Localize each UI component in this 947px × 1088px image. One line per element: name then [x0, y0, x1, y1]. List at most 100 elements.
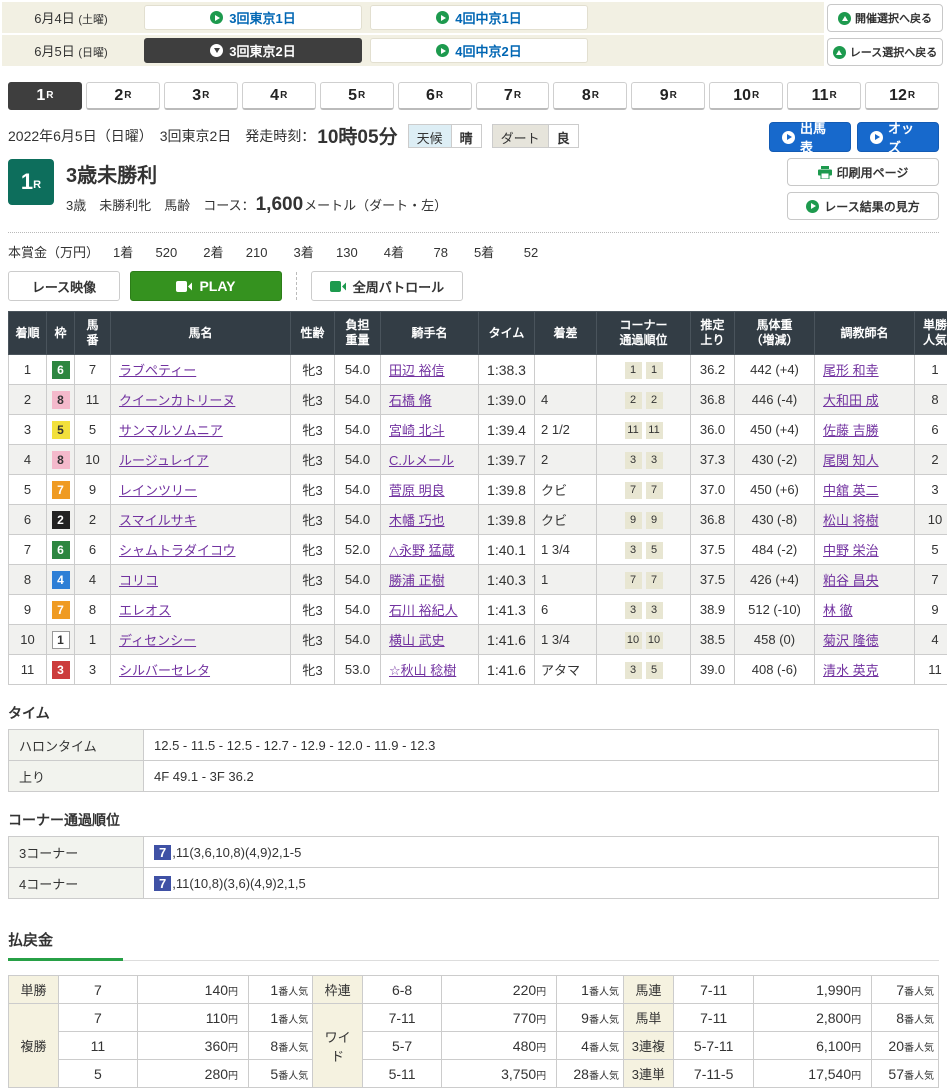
bet-type-label: 馬連 [623, 976, 673, 1004]
carried-weight: 54.0 [335, 625, 381, 655]
jockey-link[interactable]: 石川 裕紀人 [389, 603, 458, 618]
trainer-name: 清水 英克 [815, 655, 915, 685]
meeting-button-tokyo-day2-active[interactable]: 3回東京2日 [144, 38, 362, 63]
furlong-time-row: ハロンタイム 12.5 - 11.5 - 12.5 - 12.7 - 12.9 … [9, 730, 939, 761]
prize-place: 5着 [474, 245, 494, 260]
sex-age: 牝3 [291, 385, 335, 415]
horse-number: 1 [75, 625, 111, 655]
payout-amount: 2,800円 [754, 1004, 872, 1032]
trainer-link[interactable]: 中舘 英二 [823, 483, 879, 498]
bet-combination: 6-8 [363, 976, 442, 1004]
meeting-button-chukyo-day1[interactable]: 4回中京1日 [370, 5, 588, 30]
tab-race-8r[interactable]: 8R [553, 82, 627, 110]
jockey-name: 木幡 巧也 [381, 505, 479, 535]
trainer-name: 松山 将樹 [815, 505, 915, 535]
tab-race-9r[interactable]: 9R [631, 82, 705, 110]
tab-race-6r[interactable]: 6R [398, 82, 472, 110]
margin: 6 [535, 595, 597, 625]
odds-button[interactable]: オッズ [857, 122, 939, 152]
horse-link[interactable]: レインツリー [119, 483, 197, 498]
jockey-link[interactable]: 菅原 明良 [389, 483, 445, 498]
trainer-link[interactable]: 林 徹 [823, 603, 853, 618]
tab-race-7r[interactable]: 7R [476, 82, 550, 110]
back-to-meeting-select-button[interactable]: 開催選択へ戻る [827, 4, 943, 32]
tab-race-12r[interactable]: 12R [865, 82, 939, 110]
patrol-video-button[interactable]: 全周パトロール [311, 271, 463, 301]
trainer-link[interactable]: 佐藤 吉勝 [823, 423, 879, 438]
result-row-9: 978エレオス牝354.0石川 裕紀人1:41.363338.9512 (-10… [9, 595, 947, 625]
horse-link[interactable]: シルバーセレタ [119, 663, 210, 678]
meeting-button-chukyo-day2[interactable]: 4回中京2日 [370, 38, 588, 63]
horse-link[interactable]: ラブペティー [119, 363, 196, 378]
trainer-link[interactable]: 清水 英克 [823, 663, 879, 678]
entry-table-button[interactable]: 出馬表 [769, 122, 851, 152]
back-to-race-select-button[interactable]: レース選択へ戻る [827, 38, 943, 66]
results-guide-button[interactable]: レース結果の見方 [787, 192, 939, 220]
frame-number: 5 [47, 415, 75, 445]
payout-popularity: 8番人気 [872, 1004, 939, 1032]
payout-popularity: 1番人気 [249, 1004, 313, 1032]
play-button[interactable]: PLAY [130, 271, 282, 301]
tab-race-3r[interactable]: 3R [164, 82, 238, 110]
trainer-link[interactable]: 尾関 知人 [823, 453, 879, 468]
video-camera-icon [176, 281, 192, 292]
trainer-name: 佐藤 吉勝 [815, 415, 915, 445]
trainer-link[interactable]: 大和田 成 [823, 393, 879, 408]
horse-link[interactable]: スマイルサキ [119, 513, 197, 528]
win-popularity: 5 [915, 535, 947, 565]
prize-place: 1着 [113, 245, 133, 260]
horse-link[interactable]: シャムトラダイコウ [119, 543, 235, 558]
trainer-name: 尾形 和幸 [815, 355, 915, 385]
horse-link[interactable]: エレオス [119, 603, 171, 618]
finish-position: 11 [9, 655, 47, 685]
trainer-link[interactable]: 松山 将樹 [823, 513, 879, 528]
tab-race-11r[interactable]: 11R [787, 82, 861, 110]
print-page-button[interactable]: 印刷用ページ [787, 158, 939, 186]
trainer-link[interactable]: 尾形 和幸 [823, 363, 879, 378]
trainer-link[interactable]: 中野 栄治 [823, 543, 879, 558]
meeting-button-tokyo-day1[interactable]: 3回東京1日 [144, 5, 362, 30]
last-3f: 37.5 [691, 565, 735, 595]
win-popularity: 7 [915, 565, 947, 595]
start-time: 10時05分 [317, 122, 397, 149]
horse-link[interactable]: ディセンシー [119, 633, 196, 648]
prize-amount: 52 [504, 245, 538, 260]
video-button-row: レース映像 PLAY 全周パトロール [8, 271, 939, 301]
arrow-right-circle-icon [210, 11, 223, 24]
jockey-link[interactable]: 勝浦 正樹 [389, 573, 445, 588]
jockey-link[interactable]: 田辺 裕信 [389, 363, 445, 378]
tab-race-1r[interactable]: 1R [8, 82, 82, 110]
jockey-link[interactable]: ☆秋山 稔樹 [389, 663, 456, 678]
bet-type-label: ワイド [313, 1004, 363, 1088]
payout-row: 複勝7110円1番人気ワイド7-11770円9番人気馬単7-112,800円8番… [9, 1004, 939, 1032]
payout-popularity: 57番人気 [872, 1060, 939, 1088]
arrow-right-circle-icon [806, 200, 819, 213]
result-row-1: 167ラブペティー牝354.0田辺 裕信1:38.31136.2442 (+4)… [9, 355, 947, 385]
tab-race-2r[interactable]: 2R [86, 82, 160, 110]
jockey-link[interactable]: 石橋 脩 [389, 393, 432, 408]
horse-link[interactable]: クイーンカトリーヌ [119, 393, 235, 408]
jockey-link[interactable]: 木幡 巧也 [389, 513, 445, 528]
nav-row-saturday: 6月4日 (土曜) 3回東京1日 4回中京1日 [2, 2, 824, 35]
finish-time: 1:41.3 [479, 595, 535, 625]
margin: クビ [535, 475, 597, 505]
trainer-link[interactable]: 菊沢 隆徳 [823, 633, 879, 648]
jockey-link[interactable]: 宮崎 北斗 [389, 423, 445, 438]
jockey-link[interactable]: 横山 武史 [389, 633, 445, 648]
race-video-label[interactable]: レース映像 [8, 271, 120, 301]
trainer-name: 粕谷 昌央 [815, 565, 915, 595]
tab-race-10r[interactable]: 10R [709, 82, 783, 110]
horse-link[interactable]: ルージュレイア [119, 453, 209, 468]
jockey-link[interactable]: △永野 猛蔵 [389, 543, 455, 558]
jockey-name: 田辺 裕信 [381, 355, 479, 385]
horse-link[interactable]: サンマルソムニア [119, 423, 223, 438]
tab-race-5r[interactable]: 5R [320, 82, 394, 110]
tab-race-4r[interactable]: 4R [242, 82, 316, 110]
horse-link[interactable]: コリコ [119, 573, 158, 588]
result-row-4: 4810ルージュレイア牝354.0C.ルメール1:39.723337.3430 … [9, 445, 947, 475]
finish-position: 2 [9, 385, 47, 415]
jockey-link[interactable]: C.ルメール [389, 453, 454, 468]
corner-positions: 99 [597, 505, 691, 535]
trainer-link[interactable]: 粕谷 昌央 [823, 573, 879, 588]
win-popularity: 1 [915, 355, 947, 385]
